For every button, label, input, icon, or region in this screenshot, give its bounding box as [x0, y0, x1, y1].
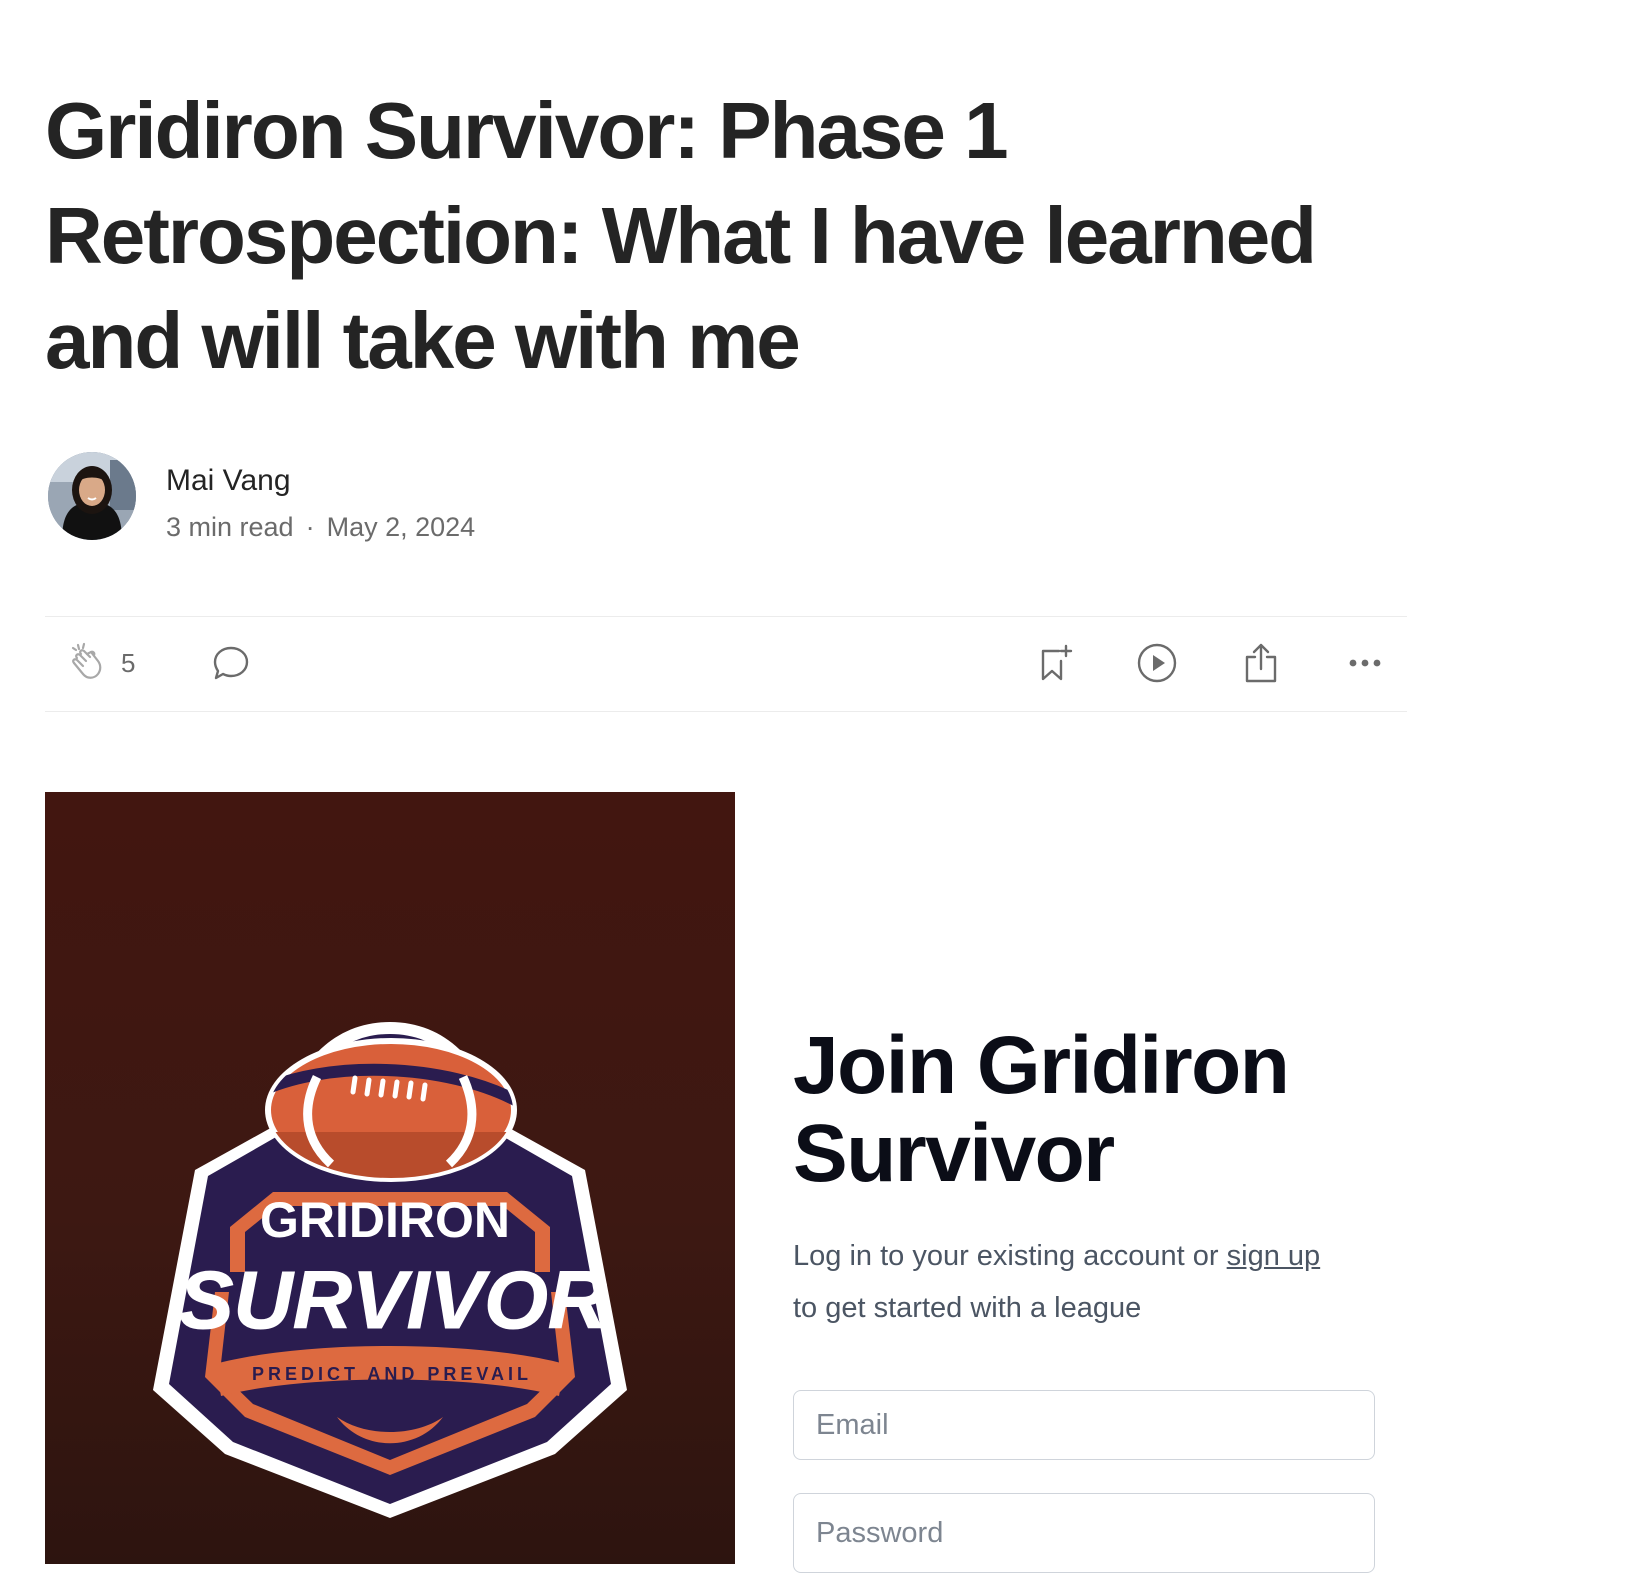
clap-button[interactable]: 5 [63, 641, 135, 685]
bookmark-add-icon [1033, 641, 1077, 685]
join-subtitle-text-2: to get started with a league [793, 1292, 1142, 1324]
hero-image: GRIDIRON SURVIVOR PREDICT AND PREVAIL [45, 792, 735, 1564]
email-field[interactable] [793, 1390, 1375, 1460]
join-subtitle-text: Log in to your existing account or [793, 1240, 1219, 1272]
publish-date: May 2, 2024 [326, 512, 476, 542]
clap-count: 5 [121, 647, 136, 678]
logo-line1: GRIDIRON [260, 1192, 510, 1248]
read-time: 3 min read [166, 512, 294, 542]
listen-button[interactable] [1135, 641, 1179, 685]
join-subtitle: Log in to your existing account or sign … [793, 1230, 1393, 1334]
author-byline: Mai Vang 3 min read · May 2, 2024 [48, 452, 648, 542]
comment-button[interactable] [209, 641, 253, 685]
post-meta: 3 min read · May 2, 2024 [166, 512, 475, 543]
gridiron-survivor-logo: GRIDIRON SURVIVOR PREDICT AND PREVAIL [153, 1022, 627, 1518]
article-title: Gridiron Survivor: Phase 1 Retrospection… [45, 86, 1317, 385]
share-button[interactable] [1239, 641, 1283, 685]
play-icon [1135, 641, 1179, 685]
more-icon [1343, 641, 1387, 685]
join-heading: Join Gridiron Survivor [793, 1020, 1290, 1199]
author-avatar[interactable] [48, 452, 136, 540]
comment-icon [209, 641, 253, 685]
save-button[interactable] [1033, 641, 1077, 685]
logo-line2: SURVIVOR [179, 1255, 607, 1346]
logo-tagline: PREDICT AND PREVAIL [252, 1364, 532, 1384]
password-field[interactable] [793, 1493, 1375, 1573]
article-action-bar: 5 [45, 616, 1407, 712]
clap-icon [63, 641, 107, 685]
more-button[interactable] [1343, 641, 1387, 685]
sign-up-link[interactable]: sign up [1227, 1240, 1321, 1272]
meta-separator: · [305, 512, 315, 542]
author-name[interactable]: Mai Vang [166, 464, 291, 498]
share-icon [1239, 641, 1283, 685]
